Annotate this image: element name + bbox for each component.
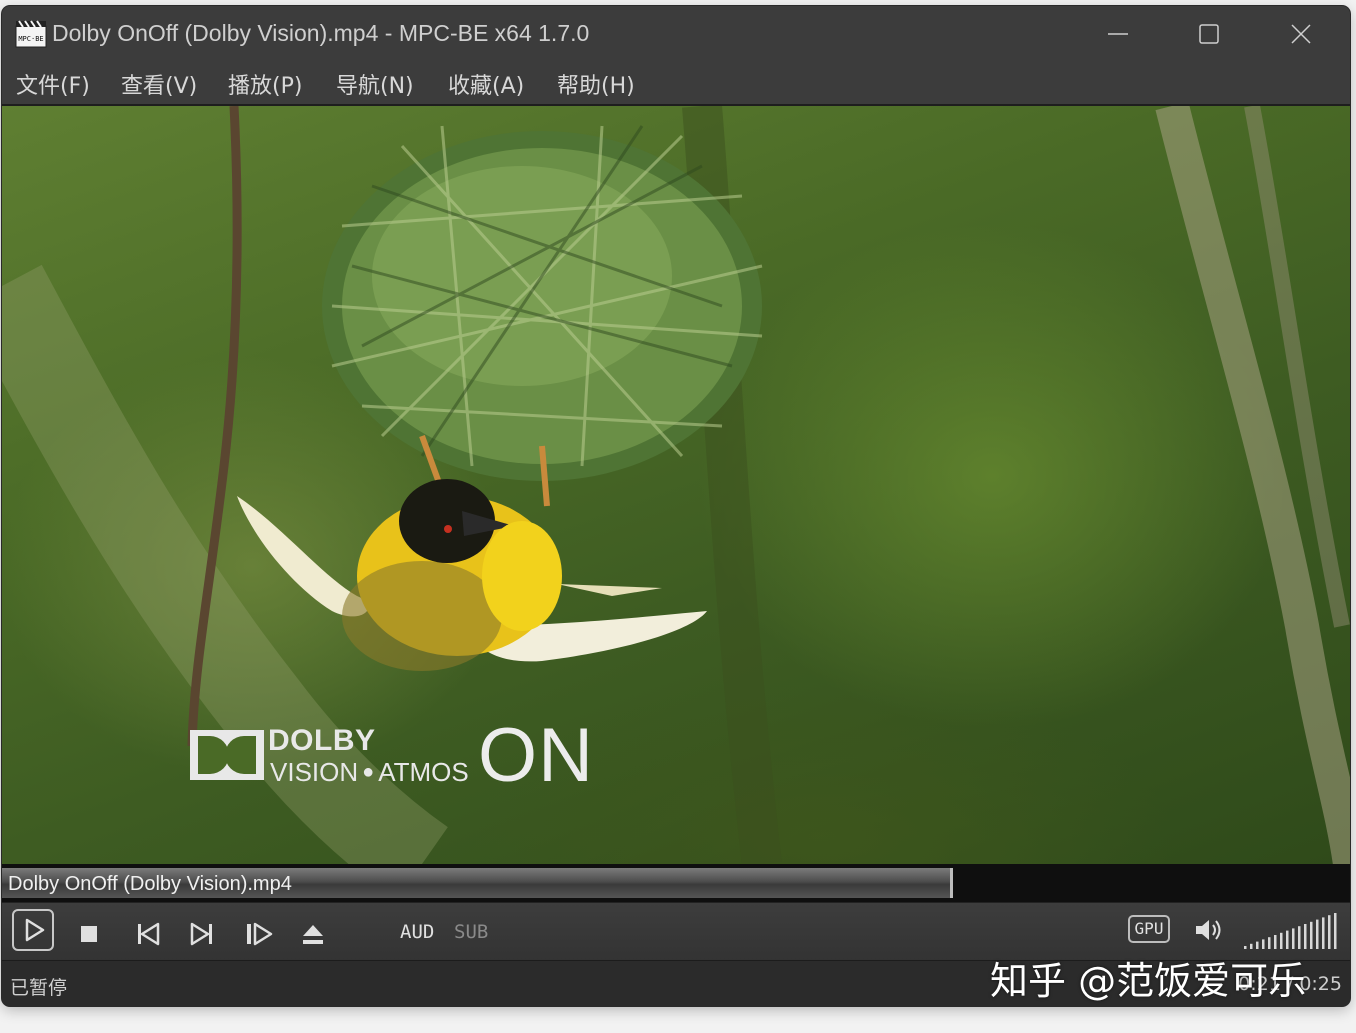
seek-position-marker[interactable] (950, 868, 953, 898)
volume-bar (1256, 941, 1259, 949)
eject-icon (303, 925, 323, 944)
weaver-bird (237, 479, 707, 671)
seek-filename: Dolby OnOff (Dolby Vision).mp4 (8, 873, 292, 895)
volume-bar (1250, 943, 1253, 949)
dolby-brand-text: DOLBY (268, 724, 376, 757)
seek-bar[interactable]: Dolby OnOff (Dolby Vision).mp4 (2, 864, 1350, 902)
volume-slider[interactable] (1242, 911, 1342, 951)
player-window: MPC·BE Dolby OnOff (Dolby Vision).mp4 - … (2, 6, 1350, 1006)
previous-button[interactable] (128, 913, 168, 953)
volume-bar (1292, 928, 1295, 949)
audio-track-button[interactable]: AUD (400, 921, 434, 943)
volume-bar (1268, 937, 1271, 949)
eject-button[interactable] (294, 913, 334, 953)
dolby-state-text: ON (478, 713, 594, 798)
volume-bar (1328, 915, 1331, 949)
minimize-icon (1108, 33, 1128, 35)
menu-file[interactable]: 文件(F) (16, 68, 90, 100)
subtitle-track-button[interactable]: SUB (454, 921, 488, 943)
playback-status: 已暂停 (10, 977, 68, 999)
volume-bar (1274, 935, 1277, 949)
gpu-indicator-button[interactable]: GPU (1128, 915, 1170, 943)
menu-bar: 文件(F) 查看(V) 播放(P) 导航(N) 收藏(A) 帮助(H) (2, 62, 1350, 106)
next-button[interactable] (182, 913, 222, 953)
volume-bar (1334, 913, 1337, 949)
skip-previous-icon (138, 922, 160, 946)
volume-bar (1316, 919, 1319, 949)
video-frame[interactable]: DOLBY VISION ● ATMOS ON (2, 106, 1350, 864)
dolby-subline: VISION ● ATMOS (270, 757, 469, 788)
volume-bar (1244, 946, 1247, 949)
maximize-button[interactable] (1186, 14, 1232, 54)
frame-step-button[interactable] (240, 913, 280, 953)
volume-bar (1262, 939, 1265, 949)
window-title: Dolby OnOff (Dolby Vision).mp4 - MPC-BE … (52, 20, 590, 46)
menu-help[interactable]: 帮助(H) (557, 68, 635, 100)
play-button[interactable] (12, 909, 54, 951)
svg-text:MPC·BE: MPC·BE (18, 35, 43, 43)
menu-favorites[interactable]: 收藏(A) (448, 68, 524, 100)
volume-bar (1310, 921, 1313, 949)
volume-bar (1280, 932, 1283, 949)
separator-dot: ● (362, 761, 375, 783)
menu-view[interactable]: 查看(V) (121, 68, 197, 100)
play-icon (25, 918, 45, 942)
volume-bar (1298, 926, 1301, 949)
close-button[interactable] (1278, 14, 1324, 54)
volume-bar (1322, 917, 1325, 949)
skip-next-icon (190, 922, 212, 946)
volume-bar (1286, 930, 1289, 949)
watermark-text: 知乎 @范饭爱可乐 (990, 959, 1307, 1003)
frame-step-icon (247, 922, 273, 946)
dolby-double-d-logo (190, 730, 264, 780)
mpc-be-app-icon[interactable]: MPC·BE (15, 20, 47, 48)
minimize-button[interactable] (1095, 14, 1141, 54)
menu-navigate[interactable]: 导航(N) (336, 68, 414, 100)
speaker-volume-icon[interactable] (1192, 915, 1226, 945)
stop-icon (81, 926, 97, 942)
menu-play[interactable]: 播放(P) (228, 68, 302, 100)
title-bar[interactable]: MPC·BE Dolby OnOff (Dolby Vision).mp4 - … (2, 6, 1350, 62)
dolby-atmos-text: ATMOS (378, 757, 469, 787)
stop-button[interactable] (70, 913, 110, 953)
maximize-icon (1199, 24, 1219, 44)
close-icon (1291, 24, 1311, 44)
volume-bar (1304, 924, 1307, 949)
dolby-vision-text: VISION (270, 757, 359, 787)
